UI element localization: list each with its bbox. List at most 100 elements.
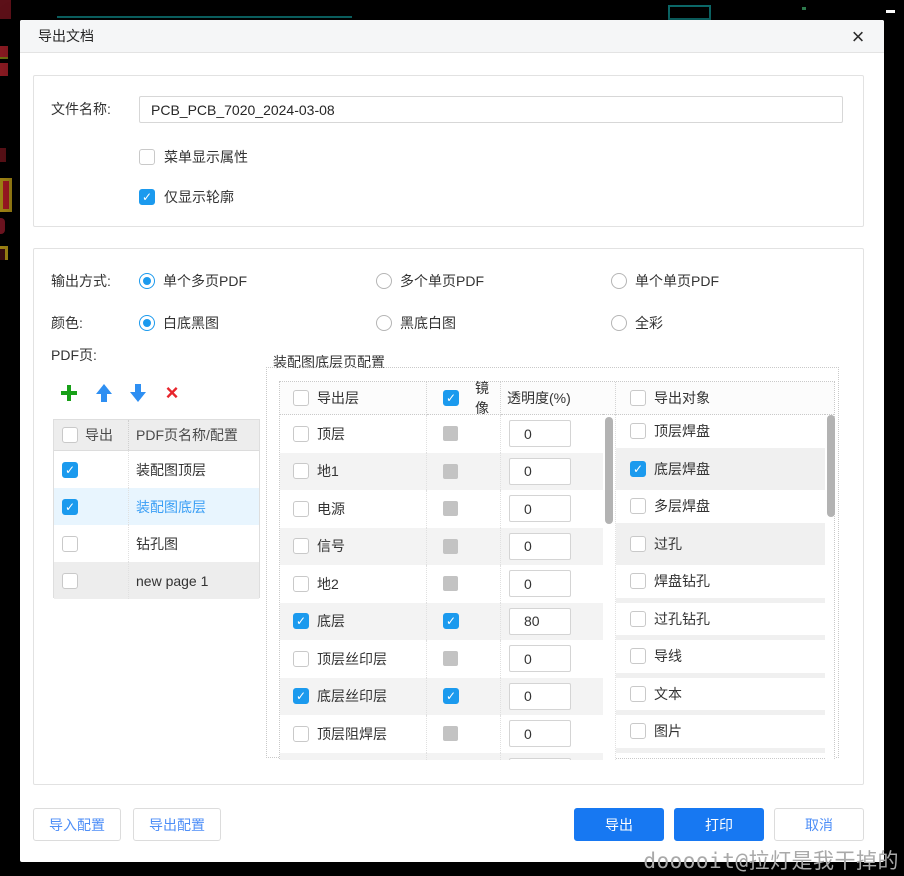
select-all-pages-checkbox[interactable] <box>62 427 78 443</box>
outline-only-option[interactable]: 仅显示轮廓 <box>139 187 234 207</box>
opacity-input[interactable] <box>509 420 571 447</box>
layer-export-checkbox[interactable] <box>293 651 309 667</box>
opacity-input[interactable] <box>509 683 571 710</box>
object-export-checkbox[interactable] <box>630 423 646 439</box>
radio-icon[interactable] <box>376 273 392 289</box>
object-name: 焊盘钻孔 <box>654 571 710 591</box>
layer-mirror-checkbox[interactable] <box>443 613 459 629</box>
export-config-button[interactable]: 导出配置 <box>133 808 221 841</box>
export-button[interactable]: 导出 <box>574 808 664 841</box>
radio-black-bg-white-image[interactable]: 黑底白图 <box>376 313 456 333</box>
page-config-group: 导出层 镜像 透明度(%) 导出对象 顶层地1电源信号地2底层顶层丝印层底层丝印… <box>266 367 839 758</box>
page-export-checkbox[interactable] <box>62 573 78 589</box>
layer-scrollbar[interactable] <box>603 415 615 760</box>
radio-icon[interactable] <box>611 315 627 331</box>
layer-mirror-checkbox-disabled <box>443 726 458 741</box>
output-section: 输出方式: 单个多页PDF 多个单页PDF 单个单页PDF 颜色: 白底黑图 <box>33 248 864 785</box>
radio-icon[interactable] <box>139 273 155 289</box>
radio-label: 白底黑图 <box>163 313 219 333</box>
layer-row: 底层 <box>280 603 603 641</box>
layer-export-checkbox[interactable] <box>293 426 309 442</box>
export-object-row[interactable]: 过孔钻孔 <box>616 603 825 641</box>
pcb-editor-pad-fragment <box>0 246 8 260</box>
object-export-checkbox[interactable] <box>630 611 646 627</box>
layer-name: 顶层 <box>317 424 345 444</box>
radio-full-color[interactable]: 全彩 <box>611 313 663 333</box>
page-export-checkbox[interactable] <box>62 499 78 515</box>
radio-single-multipage-pdf[interactable]: 单个多页PDF <box>139 271 247 291</box>
close-icon[interactable]: × <box>844 20 872 53</box>
export-object-row[interactable]: 图片 <box>616 715 825 753</box>
layer-export-checkbox[interactable] <box>293 726 309 742</box>
menu-attr-option[interactable]: 菜单显示属性 <box>139 147 248 167</box>
object-export-checkbox[interactable] <box>630 536 646 552</box>
opacity-input[interactable] <box>509 533 571 560</box>
object-export-checkbox[interactable] <box>630 498 646 514</box>
opacity-input[interactable] <box>509 608 571 635</box>
menu-attr-checkbox[interactable] <box>139 149 155 165</box>
layer-export-checkbox[interactable] <box>293 463 309 479</box>
export-object-row[interactable]: 顶层焊盘 <box>616 415 825 453</box>
layer-export-checkbox[interactable] <box>293 538 309 554</box>
export-object-row[interactable]: 过孔 <box>616 528 825 566</box>
pdf-page-row[interactable]: new page 1 <box>54 562 259 599</box>
export-object-row[interactable]: 导线 <box>616 640 825 678</box>
print-button[interactable]: 打印 <box>674 808 764 841</box>
object-name: 过孔钻孔 <box>654 609 710 629</box>
layer-mirror-checkbox-disabled <box>443 464 458 479</box>
object-export-checkbox[interactable] <box>630 723 646 739</box>
cancel-button[interactable]: 取消 <box>774 808 864 841</box>
layer-name: 电源 <box>317 499 345 519</box>
export-object-row[interactable]: 底层焊盘 <box>616 453 825 491</box>
mirror-all-checkbox[interactable] <box>443 390 459 406</box>
export-object-row[interactable]: 焊盘钻孔 <box>616 565 825 603</box>
layer-export-checkbox[interactable] <box>293 501 309 517</box>
object-scrollbar-thumb[interactable] <box>827 415 835 517</box>
outline-only-label: 仅显示轮廓 <box>164 187 234 207</box>
select-all-objects-checkbox[interactable] <box>630 390 646 406</box>
export-object-row[interactable]: 多层焊盘 <box>616 490 825 528</box>
move-down-icon[interactable] <box>128 383 148 403</box>
object-export-checkbox[interactable] <box>630 461 646 477</box>
layer-export-checkbox[interactable] <box>293 576 309 592</box>
radio-multiple-singlepage-pdf[interactable]: 多个单页PDF <box>376 271 484 291</box>
pdf-page-row[interactable]: 装配图顶层 <box>54 451 259 488</box>
object-scrollbar[interactable] <box>825 415 834 760</box>
layer-export-checkbox[interactable] <box>293 613 309 629</box>
object-export-checkbox[interactable] <box>630 686 646 702</box>
export-object-row[interactable]: 文本 <box>616 678 825 716</box>
pdf-page-row[interactable]: 钻孔图 <box>54 525 259 562</box>
select-all-layers-checkbox[interactable] <box>293 390 309 406</box>
page-export-checkbox[interactable] <box>62 536 78 552</box>
opacity-input[interactable] <box>509 458 571 485</box>
move-up-icon[interactable] <box>94 383 114 403</box>
delete-page-icon[interactable]: × <box>162 383 182 403</box>
layer-mirror-checkbox[interactable] <box>443 688 459 704</box>
opacity-input[interactable] <box>509 720 571 747</box>
radio-white-bg-black-image[interactable]: 白底黑图 <box>139 313 219 333</box>
radio-single-singlepage-pdf[interactable]: 单个单页PDF <box>611 271 719 291</box>
object-name: 过孔 <box>654 534 682 554</box>
pdf-page-row[interactable]: 装配图底层 <box>54 488 259 525</box>
object-export-checkbox[interactable] <box>630 648 646 664</box>
layer-mirror-checkbox-disabled <box>443 501 458 516</box>
opacity-input[interactable] <box>509 645 571 672</box>
radio-icon[interactable] <box>611 273 627 289</box>
opacity-input[interactable] <box>509 570 571 597</box>
import-config-button[interactable]: 导入配置 <box>33 808 121 841</box>
layer-export-checkbox[interactable] <box>293 688 309 704</box>
add-page-icon[interactable] <box>59 383 79 403</box>
radio-label: 全彩 <box>635 313 663 333</box>
layer-row-partial <box>280 753 603 761</box>
pcb-editor-outline-shape <box>668 5 711 20</box>
file-name-input[interactable] <box>139 96 843 123</box>
layer-row: 顶层 <box>280 415 603 453</box>
page-export-checkbox[interactable] <box>62 462 78 478</box>
radio-icon[interactable] <box>376 315 392 331</box>
outline-only-checkbox[interactable] <box>139 189 155 205</box>
layer-scrollbar-thumb[interactable] <box>605 417 613 524</box>
opacity-input[interactable] <box>509 495 571 522</box>
object-export-checkbox[interactable] <box>630 573 646 589</box>
radio-icon[interactable] <box>139 315 155 331</box>
pcb-editor-pad-fragment <box>0 148 6 162</box>
